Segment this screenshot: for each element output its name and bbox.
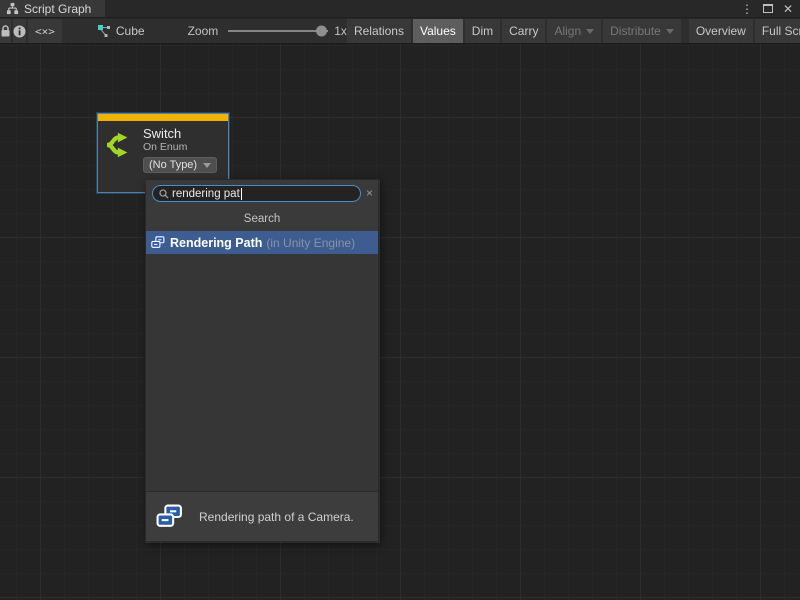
chevron-down-icon [586,29,594,34]
search-section-header: Search [146,207,378,231]
distribute-button[interactable]: Distribute [603,19,681,43]
chevron-down-icon [666,29,674,34]
enum-icon-large [156,504,183,529]
tab-bar: Script Graph ⋮ ✕ [0,0,800,18]
node-title: Switch [143,126,217,141]
full-screen-label: Full Screen [762,24,800,38]
zoom-control: Zoom 1x [188,19,347,43]
graph-canvas[interactable]: Switch On Enum (No Type) rendering pa [0,44,800,600]
graph-breadcrumb-cube[interactable]: Cube [90,19,152,43]
carry-button[interactable]: Carry [502,19,545,43]
type-dropdown-label: (No Type) [149,159,197,171]
overview-button[interactable]: Overview [689,19,753,43]
search-row: rendering pat × [146,180,378,207]
text-caret [241,188,242,200]
toolbar-right-group: Relations Values Dim Carry Align Distrib… [347,19,800,43]
values-label: Values [420,24,456,38]
dim-button[interactable]: Dim [465,19,500,43]
search-results-list[interactable] [146,254,378,491]
toolbar: <×> Cube Zoom 1x Relations Val [0,19,800,44]
node-body: Switch On Enum (No Type) [98,121,228,173]
type-search-popup: rendering pat × Search Rendering Path (i… [145,179,379,542]
node-warning-bar [98,114,228,121]
zoom-slider[interactable] [228,19,328,43]
chevron-down-icon [203,163,211,168]
tab-label: Script Graph [24,2,91,16]
switch-branch-icon [105,126,139,173]
search-close-icon[interactable]: × [366,186,373,200]
info-icon [13,25,26,38]
code-preview-button[interactable]: <×> [28,19,62,43]
cube-label: Cube [116,24,145,38]
result-context: (in Unity Engine) [266,236,355,250]
graph-node-icon [97,24,111,38]
carry-label: Carry [509,24,538,38]
distribute-label: Distribute [610,24,661,38]
graph-icon [6,2,19,15]
overview-label: Overview [696,24,746,38]
window-controls: ⋮ ✕ [741,0,800,17]
search-query: rendering pat [172,188,240,200]
relations-label: Relations [354,24,404,38]
relations-button[interactable]: Relations [347,19,411,43]
maximize-icon[interactable] [763,4,773,13]
code-icon: <×> [35,25,55,38]
search-icon [159,189,169,199]
search-input[interactable]: rendering pat [152,185,361,202]
type-dropdown[interactable]: (No Type) [143,157,217,173]
dim-label: Dim [472,24,493,38]
align-button[interactable]: Align [547,19,601,43]
lock-button[interactable] [0,19,11,43]
zoom-slider-track [228,30,328,32]
script-graph-window: Script Graph ⋮ ✕ <×> [0,0,800,600]
align-label: Align [554,24,581,38]
tab-script-graph[interactable]: Script Graph [0,0,105,17]
values-button[interactable]: Values [413,19,463,43]
result-name: Rendering Path [170,236,262,250]
close-icon[interactable]: ✕ [783,3,793,15]
zoom-label: Zoom [188,24,219,38]
search-result-rendering-path[interactable]: Rendering Path (in Unity Engine) [146,231,378,254]
lock-icon [0,25,11,38]
node-texts: Switch On Enum (No Type) [139,126,217,173]
info-button[interactable] [13,19,26,43]
enum-icon [151,236,165,249]
zoom-slider-handle[interactable] [316,26,327,37]
full-screen-button[interactable]: Full Screen [755,19,800,43]
footer-description: Rendering path of a Camera. [199,510,354,524]
search-footer: Rendering path of a Camera. [146,491,378,541]
zoom-value: 1x [334,24,347,38]
menu-icon[interactable]: ⋮ [741,3,753,15]
node-subtitle: On Enum [143,141,217,153]
